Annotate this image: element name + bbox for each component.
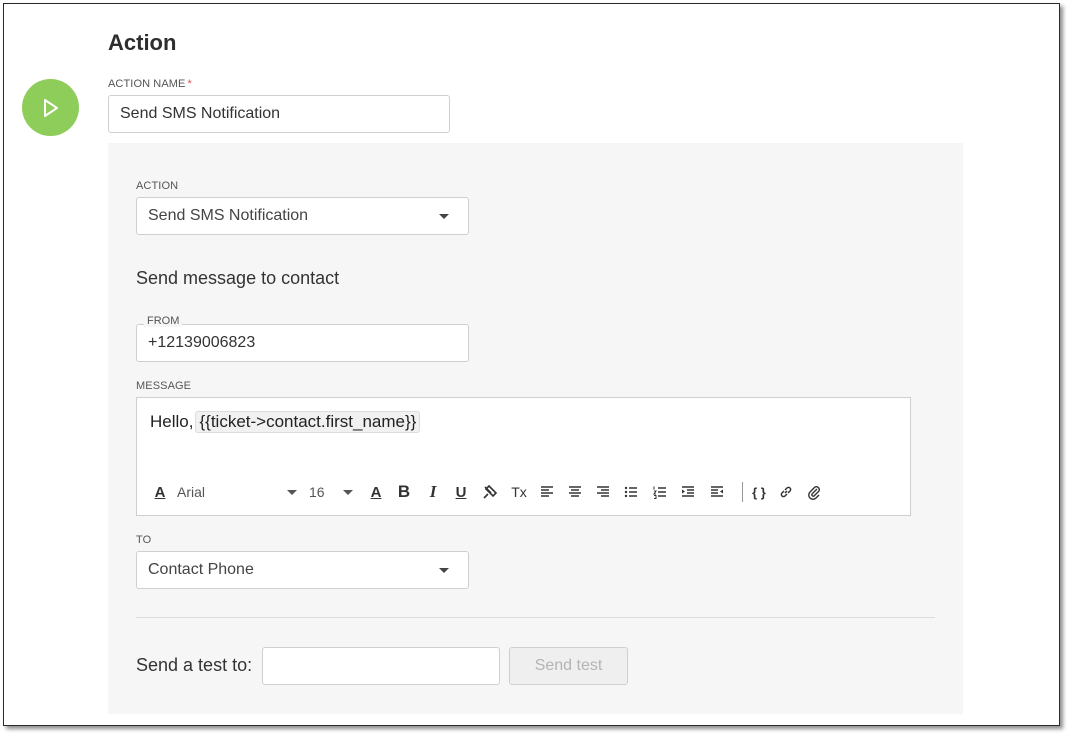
message-editor[interactable]: Hello, {{ticket->contact.first_name}} A A… — [136, 397, 911, 516]
bullet-list-icon[interactable] — [622, 482, 640, 502]
align-right-icon[interactable] — [594, 482, 612, 502]
to-label: TO — [136, 534, 152, 546]
page-title: Action — [108, 30, 177, 55]
numbered-list-icon[interactable] — [651, 482, 669, 502]
font-size-value: 16 — [309, 484, 325, 500]
send-test-input[interactable] — [262, 647, 500, 685]
underline-icon[interactable]: U — [452, 482, 470, 502]
align-left-icon[interactable] — [538, 482, 556, 502]
action-name-label: ACTION NAME * — [108, 78, 192, 90]
to-select-value: Contact Phone — [148, 561, 254, 578]
italic-icon[interactable]: I — [424, 482, 442, 502]
chevron-down-icon — [439, 567, 449, 573]
chevron-down-icon — [287, 489, 297, 495]
message-label: MESSAGE — [136, 380, 192, 392]
font-size-dropdown[interactable]: 16 — [309, 482, 353, 502]
font-family-value: Arial — [177, 484, 206, 500]
toolbar-divider — [742, 482, 743, 502]
play-button[interactable] — [22, 79, 79, 136]
action-select-value: Send SMS Notification — [148, 207, 309, 224]
send-test-label: Send a test to: — [136, 655, 253, 675]
font-color-icon[interactable]: A — [151, 482, 169, 502]
insert-variable-icon[interactable]: { } — [749, 482, 769, 502]
section-title: Send message to contact — [136, 268, 340, 288]
indent-icon[interactable] — [679, 482, 697, 502]
chevron-down-icon — [439, 213, 449, 219]
variable-chip[interactable]: {{ticket->contact.first_name}} — [195, 411, 421, 433]
action-select-label: ACTION — [136, 180, 179, 192]
message-body[interactable]: Hello, {{ticket->contact.first_name}} — [150, 411, 421, 433]
align-center-icon[interactable] — [566, 482, 584, 502]
link-icon[interactable] — [777, 482, 795, 502]
format-painter-icon[interactable] — [481, 482, 499, 502]
message-greeting: Hello, — [150, 412, 194, 431]
attachment-icon[interactable] — [805, 482, 823, 502]
play-icon — [43, 98, 58, 117]
from-value: +12139006823 — [148, 334, 256, 351]
text-color-icon[interactable]: A — [367, 482, 385, 502]
outdent-icon[interactable] — [708, 482, 726, 502]
action-select[interactable]: Send SMS Notification — [136, 197, 469, 235]
editor-toolbar: A Arial 16 A B I U Tx {} — [151, 482, 911, 502]
to-select[interactable]: Contact Phone — [136, 551, 469, 589]
clear-formatting-icon[interactable]: Tx — [509, 482, 529, 502]
from-field[interactable]: +12139006823 — [136, 324, 469, 362]
required-marker: * — [187, 78, 192, 90]
send-test-button[interactable]: Send test — [509, 647, 628, 685]
font-family-dropdown[interactable]: Arial — [177, 482, 297, 502]
divider — [136, 617, 935, 618]
bold-icon[interactable]: B — [395, 482, 413, 502]
from-label: FROM — [144, 315, 183, 327]
action-name-input[interactable]: Send SMS Notification — [108, 95, 450, 133]
chevron-down-icon — [343, 489, 353, 495]
